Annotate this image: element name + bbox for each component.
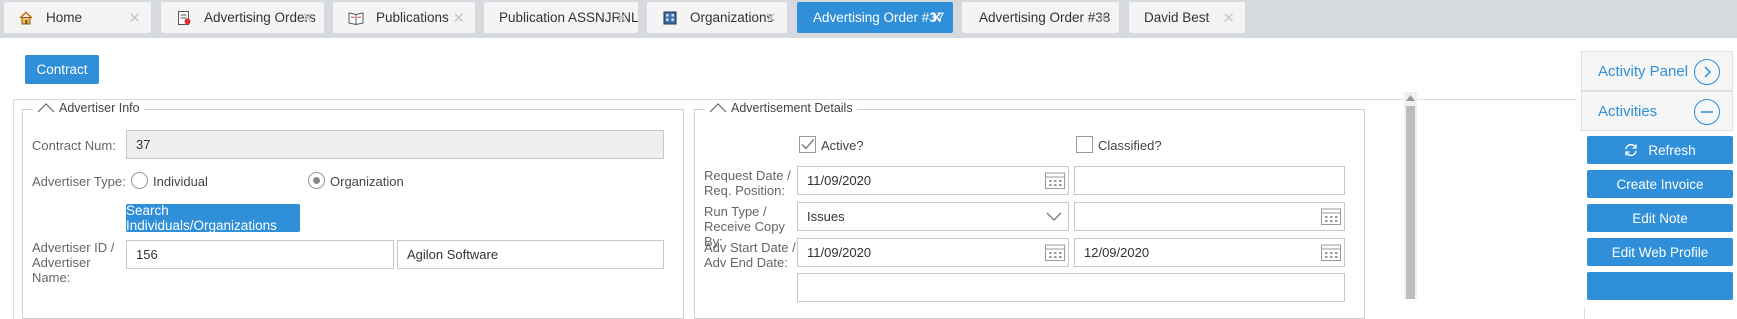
tab-advertising-order-37[interactable]: Advertising Order #37 ✕ [797, 2, 953, 33]
tab-label: Advertising Order #37 [813, 10, 945, 25]
advertiser-name-field[interactable]: Agilon Software [397, 240, 664, 269]
tab-advertising-orders[interactable]: Advertising Orders ✕ [161, 2, 324, 33]
chevron-up-icon [709, 103, 727, 113]
activity-panel-header[interactable]: Activity Panel [1581, 51, 1733, 91]
orders-icon [176, 10, 192, 26]
radio-individual-label[interactable]: Individual [153, 174, 208, 189]
edit-note-button[interactable]: Edit Note [1587, 204, 1733, 232]
tab-home[interactable]: Home ✕ [4, 2, 151, 33]
advertiser-id-label: Advertiser ID / Advertiser Name: [32, 240, 115, 285]
contract-num-field[interactable]: 37 [126, 130, 664, 159]
close-icon[interactable]: ✕ [301, 9, 314, 27]
advertiser-info-title: Advertiser Info [59, 101, 140, 115]
tab-label: David Best [1144, 10, 1210, 25]
tab-publication-assnjrnl[interactable]: Publication ASSNJRNL ✕ [484, 2, 639, 33]
receive-copy-field[interactable] [1074, 202, 1345, 231]
refresh-icon [1625, 143, 1638, 157]
request-date-field[interactable]: 11/09/2020 [797, 166, 1069, 195]
calendar-icon[interactable] [1321, 207, 1341, 225]
tab-label: Advertising Orders [204, 10, 316, 25]
activities-header[interactable]: Activities [1581, 91, 1733, 131]
classified-label[interactable]: Classified? [1098, 138, 1162, 153]
tab-advertising-order-38[interactable]: Advertising Order #38 ✕ [962, 2, 1119, 33]
close-icon[interactable]: ✕ [1096, 9, 1109, 27]
tab-label: Organizations [690, 10, 774, 25]
refresh-label: Refresh [1648, 142, 1696, 158]
next-activity-button[interactable] [1587, 272, 1733, 300]
chevron-right-icon[interactable] [1694, 59, 1720, 85]
organizations-icon [662, 10, 678, 26]
collapse-icon[interactable] [1694, 99, 1720, 125]
radio-individual[interactable] [131, 172, 148, 189]
active-checkbox[interactable] [799, 136, 816, 153]
tab-bar: Home ✕ Advertising Orders ✕ Publications… [0, 0, 1737, 38]
adv-dates-label: Adv Start Date / Adv End Date: [704, 240, 796, 270]
tab-label: Advertising Order #38 [979, 10, 1111, 25]
scroll-up-icon[interactable] [1406, 95, 1415, 101]
activity-panel-title: Activity Panel [1598, 62, 1689, 80]
calendar-icon[interactable] [1045, 243, 1065, 261]
activity-side-panel: Activity Panel Activities Refresh Create… [1577, 51, 1737, 307]
close-icon[interactable]: ✕ [128, 9, 141, 27]
advertiser-type-label: Advertiser Type: [32, 174, 126, 189]
calendar-icon[interactable] [1321, 243, 1341, 261]
checkmark-icon [801, 138, 815, 150]
refresh-button[interactable]: Refresh [1587, 136, 1733, 164]
request-position-field[interactable] [1074, 166, 1345, 195]
run-type-select[interactable]: Issues [797, 202, 1069, 231]
edit-web-profile-button[interactable]: Edit Web Profile [1587, 238, 1733, 266]
next-row-field[interactable] [797, 273, 1345, 302]
close-icon[interactable]: ✕ [764, 9, 777, 27]
close-icon[interactable]: ✕ [1222, 9, 1235, 27]
close-icon[interactable]: ✕ [452, 9, 465, 27]
create-invoice-button[interactable]: Create Invoice [1587, 170, 1733, 198]
classified-checkbox[interactable] [1076, 136, 1093, 153]
advertiser-info-legend[interactable]: Advertiser Info [33, 101, 144, 115]
contract-num-label: Contract Num: [32, 138, 116, 153]
publications-icon [348, 10, 364, 26]
calendar-icon[interactable] [1045, 171, 1065, 189]
tab-label: Home [46, 10, 83, 25]
chevron-down-icon[interactable] [1046, 212, 1062, 221]
tab-label: Publications [376, 10, 449, 25]
vertical-scrollbar[interactable] [1404, 92, 1417, 299]
close-icon[interactable]: ✕ [615, 9, 628, 27]
request-date-label: Request Date / Req. Position: [704, 168, 791, 198]
scrollbar-thumb[interactable] [1406, 106, 1415, 299]
close-icon[interactable]: ✕ [930, 8, 943, 28]
chevron-up-icon [37, 103, 55, 113]
search-individuals-organizations-button[interactable]: Search Individuals/Organizations [126, 203, 300, 233]
tab-publications[interactable]: Publications ✕ [333, 2, 475, 33]
contract-button[interactable]: Contract [25, 55, 99, 84]
advertisement-details-title: Advertisement Details [731, 101, 853, 115]
tab-organizations[interactable]: Organizations ✕ [647, 2, 787, 33]
tab-david-best[interactable]: David Best ✕ [1129, 2, 1245, 33]
adv-start-date-field[interactable]: 11/09/2020 [797, 238, 1069, 267]
home-icon [18, 10, 34, 26]
radio-organization[interactable] [308, 172, 325, 189]
radio-organization-label[interactable]: Organization [330, 174, 404, 189]
activities-title: Activities [1598, 102, 1658, 120]
adv-end-date-field[interactable]: 12/09/2020 [1074, 238, 1345, 267]
active-label[interactable]: Active? [821, 138, 864, 153]
advertisement-details-legend[interactable]: Advertisement Details [705, 101, 857, 115]
advertiser-id-field[interactable]: 156 [126, 240, 394, 269]
